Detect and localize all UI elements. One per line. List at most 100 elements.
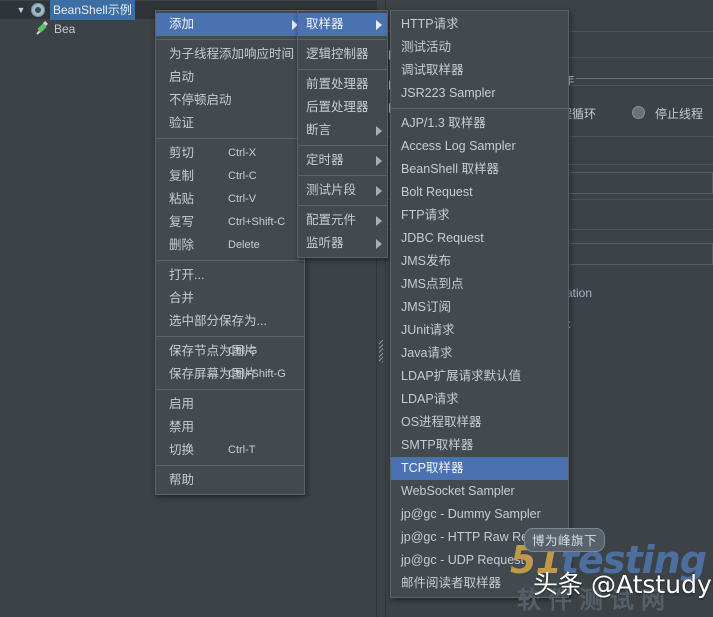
submenu-arrow-icon [376,155,382,166]
menu-item-label: 剪切 [169,146,195,160]
menu-item-22[interactable]: jp@gc - Dummy Sampler [391,503,568,526]
menu-item-label: 复写 [169,215,195,229]
submenu-arrow-icon [376,215,383,226]
menu-item-5[interactable]: 后置处理器 [298,96,395,119]
menu-item-15[interactable]: Java请求 [391,342,568,365]
menu-item-9[interactable]: FTP请求 [391,204,568,227]
menu-item-10[interactable]: 测试片段 [298,179,387,202]
menu-item-15[interactable]: 选中部分保存为... [156,310,304,333]
menu-item-label: 配置元件 [306,213,357,227]
menu-item-label: 后置处理器 [306,100,369,114]
menu-item-label: 为子线程添加响应时间 [169,47,295,61]
context-menu-edit[interactable]: 添加 为子线程添加响应时间 启动 不停顿启动 验证 剪切 Ctrl-X 复制 Ctrl-C 粘贴 C… [155,10,305,495]
menu-item-11[interactable]: JMS发布 [391,250,568,273]
menu-item-label: 合并 [169,291,195,305]
menu-item-24[interactable]: 帮助 [156,469,304,492]
menu-item-2[interactable]: 为子线程添加响应时间 [156,43,304,66]
menu-item-16[interactable]: LDAP扩展请求默认值 [391,365,568,388]
split-pane-grip-icon[interactable] [379,340,383,362]
menu-item-2[interactable]: 调试取样器 [391,59,568,82]
menu-item-20[interactable]: 启用 [156,393,304,416]
watermark-badge: 博为峰旗下 [524,528,606,552]
submenu-arrow-icon [376,125,382,136]
section-rule [576,78,713,79]
menu-item-label: 邮件阅读者取样器 [401,576,502,590]
context-menu-categories[interactable]: 取样器逻辑控制器前置处理器后置处理器断言定时器测试片段配置元件监听器 [297,10,395,258]
menu-item-label: 切换 [169,443,195,457]
watermark-toutiao: 头条 @Atstudy网校 [533,570,713,599]
menu-item-3[interactable]: JSR223 Sampler [391,82,568,105]
menu-item-13[interactable]: JMS订阅 [391,296,568,319]
menu-item-8[interactable]: Bolt Request [391,181,568,204]
menu-item-20[interactable]: TCP取样器 [391,457,568,480]
menu-item-2[interactable]: 逻辑控制器 [298,43,395,66]
menu-item-10[interactable]: JDBC Request [391,227,568,250]
menu-item-label: jp@gc - UDP Request [401,553,524,567]
menu-separator [156,336,304,337]
menu-item-6[interactable]: 断言 [298,119,387,142]
menu-item-9[interactable]: 粘贴 Ctrl-V [156,188,304,211]
menu-item-12[interactable]: 配置元件 [298,209,387,232]
menu-item-shortcut: Ctrl+Shift-G [228,368,286,380]
menu-item-13[interactable]: 打开... [156,264,304,287]
menu-item-8[interactable]: 复制 Ctrl-C [156,165,304,188]
menu-item-label: SMTP取样器 [401,438,474,452]
menu-item-label: 打开... [169,268,205,282]
menu-item-3[interactable]: 启动 [156,66,304,89]
menu-item-8[interactable]: 定时器 [298,149,387,172]
menu-item-5[interactable]: 验证 [156,112,304,135]
menu-item-12[interactable]: JMS点到点 [391,273,568,296]
menu-item-0[interactable]: 添加 [156,13,304,36]
menu-item-18[interactable]: 保存屏幕为图片 Ctrl+Shift-G [156,363,304,386]
menu-item-13[interactable]: 监听器 [298,232,387,255]
menu-item-label: 测试活动 [401,40,452,54]
menu-item-label: JSR223 Sampler [401,86,496,100]
menu-separator [298,205,387,206]
menu-item-label: 测试片段 [306,183,357,197]
stop-thread-radio[interactable] [632,106,645,119]
menu-separator [156,260,304,261]
tree-expand-toggle-icon[interactable]: ▼ [14,5,28,15]
context-menu-samplers[interactable]: HTTP请求 测试活动调试取样器 JSR223 Sampler AJP/1.3 取样器… [390,10,569,598]
menu-item-17[interactable]: LDAP请求 [391,388,568,411]
submenu-arrow-icon [376,185,383,196]
menu-item-label: 添加 [169,17,195,31]
menu-item-7[interactable]: BeanShell 取样器 [391,158,568,181]
submenu-arrow-icon [376,238,382,249]
menu-item-14[interactable]: 合并 [156,287,304,310]
menu-item-label: 定时器 [306,153,344,167]
menu-item-label: 验证 [169,116,195,130]
menu-item-4[interactable]: 前置处理器 [298,73,395,96]
menu-item-label: HTTP请求 [401,17,459,31]
menu-separator [298,39,387,40]
menu-item-shortcut: Ctrl-X [228,147,257,159]
menu-item-6[interactable]: Access Log Sampler [391,135,568,158]
menu-item-1[interactable]: 测试活动 [391,36,568,59]
menu-item-label: JDBC Request [401,231,484,245]
menu-item-label: 取样器 [306,17,344,31]
menu-item-21[interactable]: 禁用 [156,416,304,439]
menu-item-shortcut: Ctrl+Shift-C [228,216,286,228]
menu-item-11[interactable]: 删除 Delete [156,234,304,257]
menu-item-0[interactable]: HTTP请求 [391,13,568,36]
menu-item-4[interactable]: 不停顿启动 [156,89,304,112]
menu-item-18[interactable]: OS进程取样器 [391,411,568,434]
menu-separator [156,39,304,40]
menu-separator [298,69,387,70]
menu-item-22[interactable]: 切换 Ctrl-T [156,439,304,462]
menu-item-19[interactable]: SMTP取样器 [391,434,568,457]
menu-item-shortcut: Ctrl-G [228,345,258,357]
menu-item-7[interactable]: 剪切 Ctrl-X [156,142,304,165]
menu-item-label: 逻辑控制器 [306,47,369,61]
menu-item-14[interactable]: JUnit请求 [391,319,568,342]
menu-item-5[interactable]: AJP/1.3 取样器 [391,112,568,135]
menu-item-label: 选中部分保存为... [169,314,267,328]
menu-item-0[interactable]: 取样器 [298,13,387,36]
menu-separator [298,175,387,176]
menu-item-label: 禁用 [169,420,195,434]
menu-item-21[interactable]: WebSocket Sampler [391,480,568,503]
menu-item-label: 粘贴 [169,192,195,206]
menu-item-label: AJP/1.3 取样器 [401,116,486,130]
menu-item-17[interactable]: 保存节点为图片 Ctrl-G [156,340,304,363]
menu-item-10[interactable]: 复写 Ctrl+Shift-C [156,211,304,234]
